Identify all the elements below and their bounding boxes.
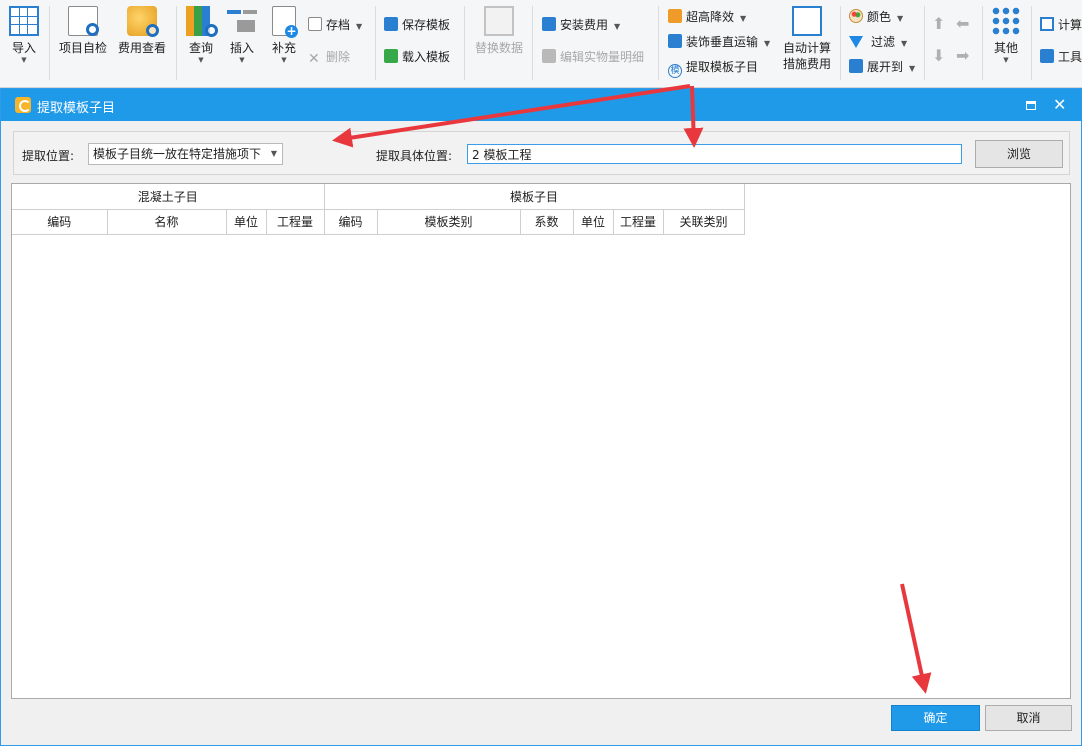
formwork-items-group-header: 模板子目 [324,184,745,210]
filter-icon [849,36,863,48]
ribbon-divider [464,6,465,80]
chevron-down-icon: ▼ [740,14,747,23]
fee-view-button[interactable]: 费用查看 [113,6,171,56]
dialog-title: 提取模板子目 [37,101,116,116]
replace-data-button[interactable]: 替换数据 [471,6,527,56]
document-check-icon [68,6,99,36]
column-header-concrete-code[interactable]: 编码 [12,209,108,235]
position-select[interactable]: 模板子目统一放在特定措施项下 ▼ [88,143,283,165]
detail-position-input[interactable] [467,144,962,164]
save-template-icon [384,17,398,31]
table-group-header-row: 混凝土子目 模板子目 [12,184,745,210]
self-check-button[interactable]: 项目自检 [54,6,112,56]
template-circle-icon: 模 [668,64,682,78]
ok-button[interactable]: 确定 [891,705,980,731]
column-header-formwork-type[interactable]: 模板类别 [377,209,521,235]
chevron-down-icon: ▼ [764,39,771,48]
chevron-down-icon: ▼ [901,39,908,48]
edit-quantity-button[interactable]: 编辑实物量明细 [542,46,644,68]
archive-button[interactable]: 存档 ▼ [308,14,362,36]
move-left-icon[interactable]: ⬅ [956,14,969,33]
detail-position-label: 提取具体位置: [376,149,453,163]
calculator-icon [1040,17,1054,31]
edit-quantity-icon [542,49,556,63]
palette-icon [849,9,863,23]
cancel-button[interactable]: 取消 [985,705,1072,731]
formwork-grid[interactable]: 混凝土子目 模板子目 编码 名称 单位 工程量 编码 模板类别 系数 单位 工程… [11,183,1071,699]
close-icon[interactable]: ✕ [1053,95,1066,114]
move-down-icon[interactable]: ⬇ [932,46,945,65]
column-header-related-type[interactable]: 关联类别 [663,209,745,235]
install-fee-button[interactable]: 安装费用 ▼ [542,14,620,36]
move-right-icon[interactable]: ➡ [956,46,969,65]
color-button[interactable]: 颜色 ▼ [849,6,903,28]
super-high-button[interactable]: 超高降效 ▼ [668,6,746,28]
delete-button[interactable]: ✕ 删除 [308,46,350,68]
save-template-button[interactable]: 保存模板 [384,14,450,36]
vertical-transport-icon [668,34,682,48]
install-fee-icon [542,17,556,31]
replace-data-icon [484,6,514,36]
expand-to-button[interactable]: 展开到 ▼ [849,56,915,78]
ribbon-divider [49,6,50,80]
ribbon-divider [924,6,925,80]
archive-icon [308,17,322,31]
chevron-down-icon: ▼ [21,56,27,64]
calculator-icon [792,6,822,36]
app-logo-icon [15,97,31,113]
extract-options-panel: 提取位置: 模板子目统一放在特定措施项下 ▼ 提取具体位置: 浏览 [13,131,1070,175]
chevron-down-icon: ▼ [270,149,277,158]
extract-formwork-dialog: 提取模板子目 ✕ 提取位置: 模板子目统一放在特定措施项下 ▼ 提取具体位置: … [0,88,1082,746]
table-import-icon [9,6,39,36]
browse-button[interactable]: 浏览 [975,140,1063,168]
move-up-icon[interactable]: ⬆ [932,14,945,33]
coins-search-icon [127,6,159,37]
column-header-formwork-unit[interactable]: 单位 [573,209,614,235]
ribbon-divider [532,6,533,80]
maximize-icon[interactable] [1026,101,1036,110]
filter-button[interactable]: 过滤 ▼ [849,31,907,53]
tools-icon [1040,49,1054,63]
extract-formwork-button[interactable]: 模提取模板子目 [668,56,758,78]
column-header-concrete-quantity[interactable]: 工程量 [266,209,325,235]
supplement-button[interactable]: + 补充 ▼ [256,6,312,64]
ribbon-divider [658,6,659,80]
chevron-down-icon: ▼ [897,14,904,23]
chevron-down-icon: ▼ [356,22,363,31]
grid-apps-icon [991,6,1021,36]
formwork-table: 混凝土子目 模板子目 编码 名称 单位 工程量 编码 模板类别 系数 单位 工程… [12,184,745,235]
ribbon-divider [375,6,376,80]
insert-row-icon [227,6,257,36]
auto-calc-button[interactable]: 自动计算 措施费用 [778,6,836,72]
import-button[interactable]: 导入 ▼ [0,6,52,64]
chevron-down-icon: ▼ [1003,56,1009,64]
chevron-down-icon: ▼ [909,64,916,73]
other-button[interactable]: 其他 ▼ [978,6,1034,64]
chevron-down-icon: ▼ [614,22,621,31]
column-header-coefficient[interactable]: 系数 [520,209,574,235]
calculate-button[interactable]: 计算 [1040,14,1082,36]
dialog-title-bar[interactable]: 提取模板子目 ✕ [1,89,1081,121]
load-template-button[interactable]: 载入模板 [384,46,450,68]
position-label: 提取位置: [22,149,75,163]
table-column-header-row: 编码 名称 单位 工程量 编码 模板类别 系数 单位 工程量 关联类别 [12,209,745,235]
vertical-transport-button[interactable]: 装饰垂直运输 ▼ [668,31,770,53]
document-add-icon: + [272,6,298,38]
column-header-concrete-unit[interactable]: 单位 [226,209,267,235]
ribbon-divider [840,6,841,80]
column-header-formwork-quantity[interactable]: 工程量 [613,209,664,235]
ribbon-divider [1031,6,1032,80]
super-high-icon [668,9,682,23]
load-template-icon [384,49,398,63]
ribbon-toolbar: 导入 ▼ 项目自检 费用查看 查询 ▼ 插入 ▼ + 补充 ▼ 存档 ▼ ✕ 删除 … [0,0,1082,88]
expand-tree-icon [849,59,863,73]
delete-x-icon: ✕ [308,51,320,67]
chevron-down-icon: ▼ [281,56,287,64]
concrete-items-group-header: 混凝土子目 [12,184,325,210]
books-search-icon [186,6,218,37]
column-header-formwork-code[interactable]: 编码 [324,209,378,235]
column-header-concrete-name[interactable]: 名称 [107,209,227,235]
tools-button[interactable]: 工具 [1040,46,1082,68]
